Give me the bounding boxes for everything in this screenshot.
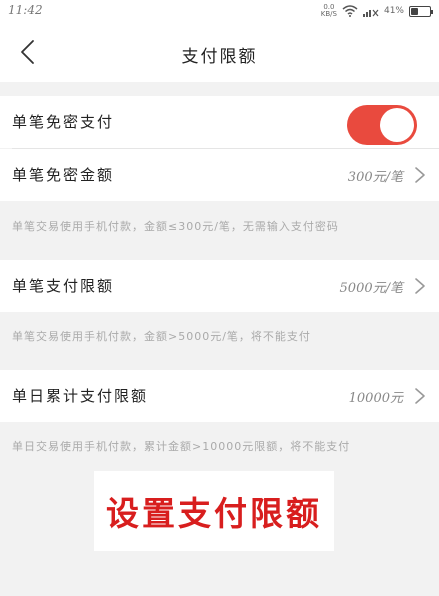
chevron-right-icon[interactable] <box>413 165 427 185</box>
network-speed: 0.0 KB/S <box>321 4 337 18</box>
single-free-amount-row[interactable]: 单笔免密金额 300元/笔 <box>0 149 439 201</box>
single-limit-value: 5000元/笔 <box>339 281 403 296</box>
single-limit-note: 单笔交易使用手机付款，金额>5000元/笔，将不能支付 <box>12 330 311 343</box>
wifi-icon <box>342 5 358 17</box>
single-free-amount-value: 300元/笔 <box>347 170 403 185</box>
battery-percent: 41% <box>383 6 404 16</box>
daily-limit-row[interactable]: 单日累计支付限额 10000元 <box>0 370 439 422</box>
daily-limit-label: 单日累计支付限额 <box>12 387 149 405</box>
single-limit-row[interactable]: 单笔支付限额 5000元/笔 <box>0 260 439 312</box>
chevron-right-icon[interactable] <box>413 386 427 406</box>
daily-limit-value: 10000元 <box>348 391 403 406</box>
battery-icon <box>409 5 433 17</box>
single-free-pay-label: 单笔免密支付 <box>12 113 115 131</box>
single-free-note: 单笔交易使用手机付款，金额≤300元/笔，无需输入支付密码 <box>12 220 339 233</box>
signal-icon <box>362 9 379 17</box>
chevron-right-icon[interactable] <box>413 276 427 296</box>
status-bar: 11:42 0.0 KB/S 41% <box>0 0 439 22</box>
single-free-amount-label: 单笔免密金额 <box>12 166 115 184</box>
caption-banner-text: 设置支付限额 <box>106 494 322 533</box>
network-speed-unit: KB/S <box>320 10 337 18</box>
daily-limit-note: 单日交易使用手机付款，累计金额>10000元限额，将不能支付 <box>12 440 351 453</box>
status-time: 11:42 <box>8 3 43 17</box>
single-free-pay-toggle[interactable] <box>347 105 417 145</box>
single-limit-label: 单笔支付限额 <box>12 277 115 295</box>
nav-bar: 支付限额 <box>0 22 439 82</box>
page-title: 支付限额 <box>181 47 258 67</box>
status-icons: 0.0 KB/S 41% <box>321 2 433 20</box>
toggle-knob <box>380 108 414 142</box>
caption-banner: 设置支付限额 <box>94 471 334 551</box>
single-free-pay-row: 单笔免密支付 <box>0 96 439 148</box>
